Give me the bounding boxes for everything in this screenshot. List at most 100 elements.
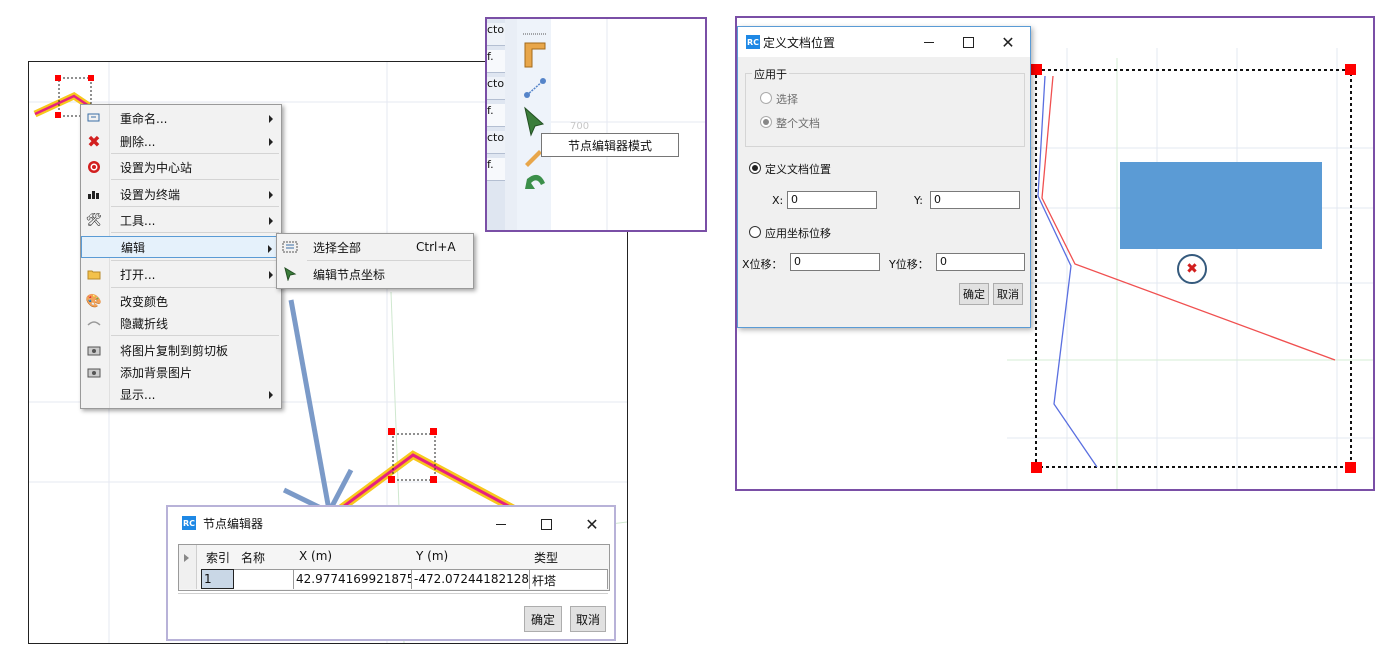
y-label: Y: <box>914 194 923 207</box>
y-input[interactable]: 0 <box>930 191 1020 209</box>
menu-separator <box>111 260 279 261</box>
menu-item-set-terminal[interactable]: 设置为终端 <box>81 183 281 205</box>
folder-icon <box>81 263 107 285</box>
chevron-right-icon <box>269 271 273 279</box>
target-icon <box>81 156 107 178</box>
radio-selection-label: 选择 <box>776 93 798 106</box>
close-icon[interactable]: ✕ <box>993 31 1023 53</box>
define-doc-position-dialog: RC 定义文档位置 ✕ 应用于 选择 整个文档 定义文档位置 X: 0 Y: 0… <box>737 26 1031 328</box>
menu-separator <box>307 260 471 261</box>
divider <box>178 593 608 594</box>
center-station-icon[interactable]: ✖ <box>1182 259 1202 279</box>
side-tab[interactable]: cto <box>487 23 505 46</box>
maximize-icon[interactable] <box>953 31 983 53</box>
app-logo-icon: RC <box>182 516 196 530</box>
minimize-icon[interactable] <box>486 513 516 535</box>
radio-apply-offset-label: 应用坐标位移 <box>765 227 831 240</box>
menu-item-copy-image[interactable]: 将图片复制到剪切板 <box>81 339 281 361</box>
table-cell-index[interactable]: 1 <box>201 569 234 589</box>
side-tab[interactable]: f. <box>487 104 505 127</box>
dialog-title: 定义文档位置 <box>763 36 836 50</box>
ok-button[interactable]: 确定 <box>524 606 562 632</box>
chevron-right-icon <box>269 115 273 123</box>
table-cell-x[interactable]: 42.9774169921875 <box>294 569 412 589</box>
app-logo-icon: RC <box>746 35 760 49</box>
node-editor-dialog: RC 节点编辑器 ✕ 索引 名称 X (m) Y (m) 类型 1 42.977… <box>166 505 616 641</box>
menu-item-tools[interactable]: 🛠 工具... <box>81 209 281 231</box>
menu-item-add-background[interactable]: 添加背景图片 <box>81 361 281 383</box>
table-cell-y[interactable]: -472.072441821289 <box>412 569 530 589</box>
column-header-type[interactable]: 类型 <box>534 549 594 567</box>
submenu-item-select-all[interactable]: 选择全部 Ctrl+A <box>277 236 473 258</box>
y-offset-label: Y位移： <box>889 258 929 271</box>
table-cell-name[interactable] <box>234 569 294 589</box>
radio-apply-offset[interactable] <box>749 226 761 238</box>
radio-whole-document[interactable] <box>760 116 772 128</box>
side-tab[interactable]: cto <box>487 131 505 154</box>
menu-item-delete[interactable]: ✖ 删除... <box>81 130 281 152</box>
chevron-right-icon <box>269 217 273 225</box>
node-cursor-icon <box>277 263 303 285</box>
background-image-icon <box>81 361 107 383</box>
x-offset-input[interactable]: 0 <box>790 253 880 271</box>
radio-whole-document-label: 整个文档 <box>776 117 820 130</box>
tools-icon: 🛠 <box>85 212 103 228</box>
copy-image-icon <box>81 339 107 361</box>
menu-separator <box>111 179 279 180</box>
close-icon[interactable]: ✕ <box>577 513 607 535</box>
menu-separator <box>111 206 279 207</box>
menu-item-display[interactable]: 显示... <box>81 383 281 405</box>
maximize-icon[interactable] <box>531 513 561 535</box>
side-tab[interactable]: f. <box>487 50 505 73</box>
toolbar-zoom-panel: 700 cto f. cto f. cto f. <box>485 17 707 232</box>
terminal-icon <box>81 183 107 205</box>
cancel-button[interactable]: 取消 <box>570 606 606 632</box>
row-pointer-icon <box>184 554 189 562</box>
cancel-button[interactable]: 取消 <box>993 283 1023 305</box>
column-header-name[interactable]: 名称 <box>241 549 291 567</box>
rotate-tool-icon[interactable] <box>521 171 547 195</box>
x-input[interactable]: 0 <box>787 191 877 209</box>
apply-to-group <box>745 73 1025 147</box>
menu-item-set-center-station[interactable]: 设置为中心站 <box>81 156 281 178</box>
svg-text:700: 700 <box>570 121 589 132</box>
context-menu: 重命名... ✖ 删除... 设置为中心站 设置为终端 🛠 工具... 编辑 打… <box>80 104 282 409</box>
menu-separator <box>111 287 279 288</box>
apply-to-label: 应用于 <box>752 66 789 82</box>
rename-icon <box>81 107 107 129</box>
canvas-panel-right[interactable]: ✖ RC 定义文档位置 ✕ 应用于 选择 整个文档 定义文档位置 X: 0 Y:… <box>735 16 1375 491</box>
dialog-title: 节点编辑器 <box>203 517 264 531</box>
x-offset-label: X位移： <box>742 258 783 271</box>
chevron-right-icon <box>269 191 273 199</box>
x-label: X: <box>772 194 784 207</box>
table-cell-type[interactable]: 杆塔 <box>530 569 608 589</box>
ok-button[interactable]: 确定 <box>959 283 989 305</box>
column-header-x[interactable]: X (m) <box>299 549 409 567</box>
menu-item-edit[interactable]: 编辑 <box>81 236 281 258</box>
radio-define-position[interactable] <box>749 162 761 174</box>
y-offset-input[interactable]: 0 <box>936 253 1025 271</box>
column-header-y[interactable]: Y (m) <box>416 549 526 567</box>
minimize-icon[interactable] <box>914 31 944 53</box>
radio-selection[interactable] <box>760 92 772 104</box>
submenu-item-edit-node-coords[interactable]: 编辑节点坐标 <box>277 263 473 285</box>
palette-icon: 🎨 <box>85 293 103 309</box>
node-table: 索引 名称 X (m) Y (m) 类型 1 42.9774169921875 … <box>178 544 610 591</box>
menu-separator <box>111 153 279 154</box>
menu-separator <box>111 232 279 233</box>
side-tab[interactable]: f. <box>487 158 505 181</box>
polyline-icon <box>81 312 107 334</box>
column-header-index[interactable]: 索引 <box>206 549 236 567</box>
polyline-tool-icon[interactable] <box>521 75 547 103</box>
select-all-icon <box>277 236 303 258</box>
orthogonal-line-tool-icon[interactable] <box>521 39 547 71</box>
edit-submenu: 选择全部 Ctrl+A 编辑节点坐标 <box>276 233 474 289</box>
chevron-right-icon <box>269 391 273 399</box>
menu-item-hide-polyline[interactable]: 隐藏折线 <box>81 312 281 334</box>
menu-item-rename[interactable]: 重命名... <box>81 107 281 129</box>
menu-item-open[interactable]: 打开... <box>81 263 281 285</box>
side-tab[interactable]: cto <box>487 77 505 100</box>
menu-item-change-color[interactable]: 🎨 改变颜色 <box>81 290 281 312</box>
side-tab-list: cto f. cto f. cto f. <box>487 23 505 181</box>
delete-x-icon: ✖ <box>87 131 101 151</box>
